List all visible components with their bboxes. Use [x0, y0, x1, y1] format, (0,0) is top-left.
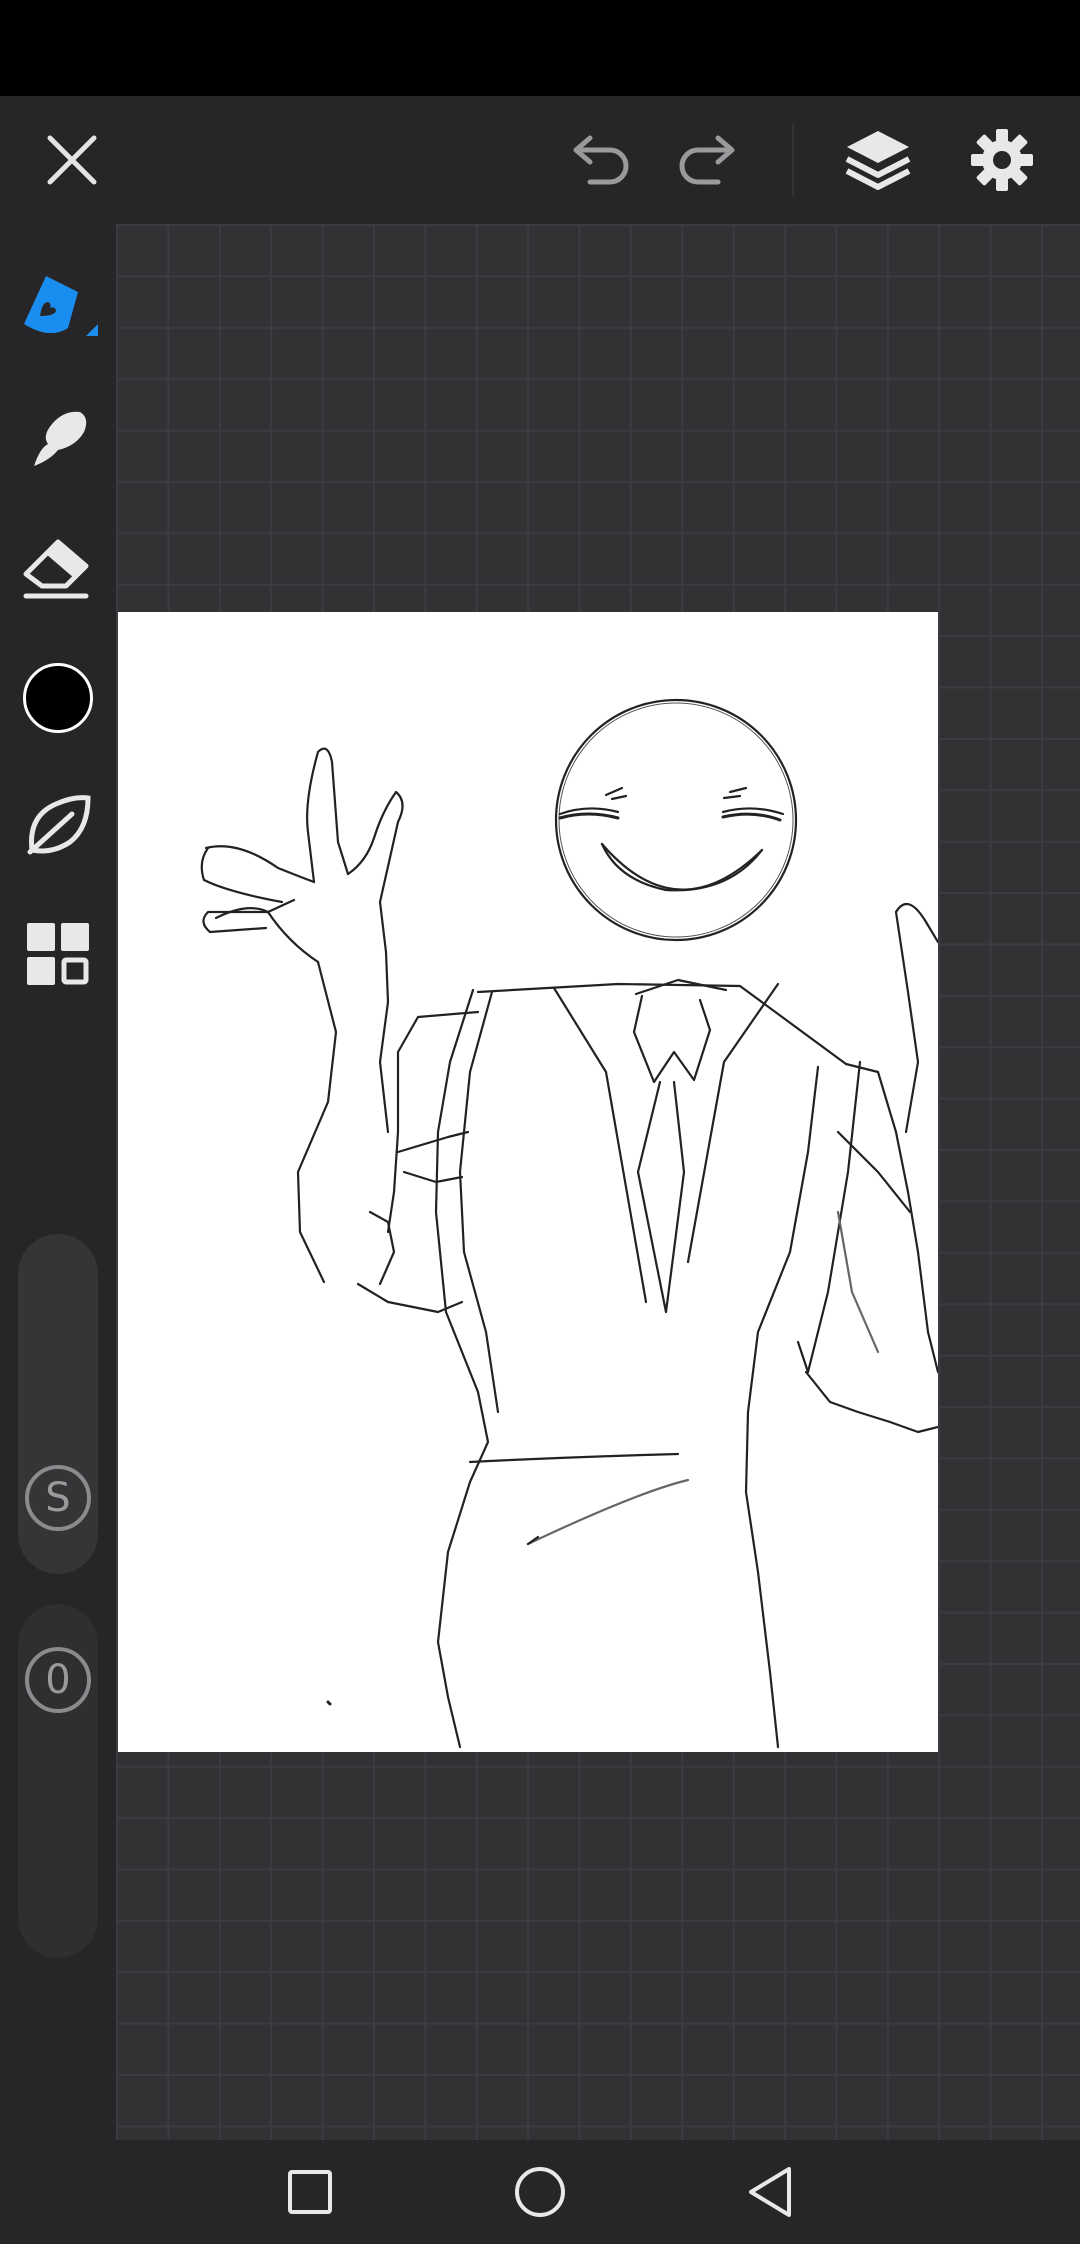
status-bar: [0, 0, 1080, 96]
smudge-tool-button[interactable]: [12, 392, 104, 484]
eraser-tool-button[interactable]: [12, 520, 104, 612]
opacity-label: 0: [25, 1647, 91, 1713]
toolbar-divider: [792, 124, 794, 196]
layers-icon: [845, 131, 911, 190]
grid-panels-icon: [27, 923, 89, 985]
settings-button[interactable]: [954, 112, 1050, 208]
size-label: S: [25, 1465, 91, 1531]
pen-tool-button[interactable]: [12, 262, 104, 354]
top-toolbar: [0, 96, 1080, 226]
eraser-icon: [23, 539, 89, 599]
brush-size-badge: S: [12, 1452, 104, 1544]
redo-button[interactable]: [660, 112, 756, 208]
layers-button[interactable]: [830, 112, 926, 208]
drawing-canvas[interactable]: [118, 612, 938, 1752]
circle-icon: [515, 2167, 565, 2217]
opacity-badge: 0: [12, 1634, 104, 1726]
back-button[interactable]: [728, 2150, 812, 2234]
pen-icon: [24, 276, 98, 336]
system-navigation-bar: [0, 2140, 1080, 2244]
brush-library-button[interactable]: [12, 778, 104, 870]
back-triangle-icon: [749, 2167, 791, 2217]
panels-button[interactable]: [12, 908, 104, 1000]
color-picker-button[interactable]: [12, 652, 104, 744]
current-color-swatch: [23, 663, 93, 733]
home-button[interactable]: [498, 2150, 582, 2234]
smudge-icon: [34, 411, 87, 466]
undo-icon: [573, 135, 629, 185]
redo-icon: [679, 135, 735, 185]
sketch-drawing: [200, 698, 938, 1749]
square-icon: [288, 2170, 332, 2214]
gear-icon: [971, 129, 1033, 191]
recent-apps-button[interactable]: [268, 2150, 352, 2234]
left-tool-sidebar: S 0: [0, 224, 116, 2140]
leaf-icon: [27, 795, 91, 855]
close-icon: [47, 135, 97, 185]
close-button[interactable]: [24, 112, 120, 208]
undo-button[interactable]: [552, 112, 648, 208]
